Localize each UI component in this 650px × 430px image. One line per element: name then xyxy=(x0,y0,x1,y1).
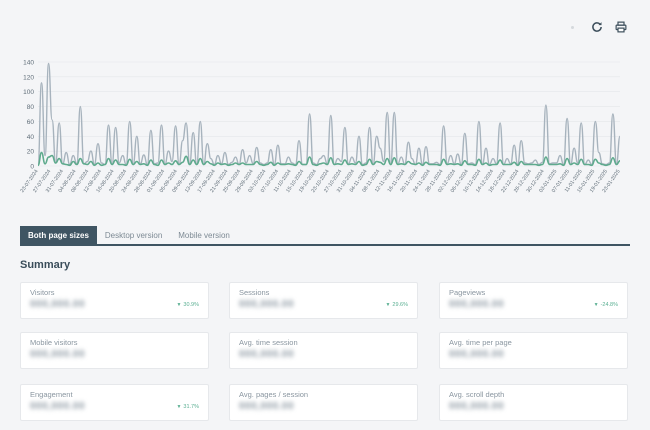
card-label: Mobile visitors xyxy=(30,338,78,347)
visitors-line-chart: 02040608010012014023-07-202427-07-202431… xyxy=(19,60,621,194)
card-value: 000,000.00 xyxy=(239,401,295,412)
delta-value: -24.8% xyxy=(600,302,618,308)
card-visitors: Visitors 000,000.00 ▼ 30.9% xyxy=(20,282,209,319)
card-avg-time-per-page: Avg. time per page 000,000.00 xyxy=(439,332,628,369)
card-engagement: Engagement 000,000.00 ▼ 31.7% xyxy=(20,384,209,421)
delta-value: 30.9% xyxy=(183,302,199,308)
card-label: Avg. time per page xyxy=(449,338,512,347)
card-value: 000,000.00 xyxy=(239,349,295,360)
card-sessions: Sessions 000,000.00 ▼ 29.6% xyxy=(229,282,418,319)
refresh-icon xyxy=(592,22,602,32)
refresh-button[interactable] xyxy=(590,20,604,34)
disabled-dot-icon xyxy=(571,25,574,29)
card-pageviews: Pageviews 000,000.00 ▼ -24.8% xyxy=(439,282,628,319)
card-value: 000,000.00 xyxy=(30,401,86,412)
card-label: Pageviews xyxy=(449,288,486,297)
tab-desktop-version[interactable]: Desktop version xyxy=(97,226,170,244)
y-tick-label: 60 xyxy=(27,119,35,126)
card-label: Sessions xyxy=(239,288,270,297)
card-delta: ▼ 30.9% xyxy=(176,302,199,308)
chart-toolbar xyxy=(571,20,628,34)
y-tick-label: 100 xyxy=(23,89,34,96)
y-tick-label: 140 xyxy=(23,60,34,67)
card-value: 000,000.00 xyxy=(449,299,505,310)
card-avg-pages-session: Avg. pages / session 000,000.00 xyxy=(229,384,418,421)
card-label: Avg. time session xyxy=(239,338,298,347)
card-delta: ▼ 31.7% xyxy=(176,404,199,410)
print-button[interactable] xyxy=(614,20,628,34)
card-mobile-visitors: Mobile visitors 000,000.00 xyxy=(20,332,209,369)
card-avg-scroll-depth: Avg. scroll depth 000,000.00 xyxy=(439,384,628,421)
card-value: 000,000.00 xyxy=(30,349,86,360)
arrow-up-icon: ▼ xyxy=(385,302,391,308)
tab-both-page-sizes[interactable]: Both page sizes xyxy=(20,226,97,244)
card-value: 000,000.00 xyxy=(449,349,505,360)
card-label: Engagement xyxy=(30,390,73,399)
y-tick-label: 120 xyxy=(23,74,34,81)
card-delta: ▼ -24.8% xyxy=(594,302,618,308)
summary-title: Summary xyxy=(20,259,71,271)
card-label: Avg. pages / session xyxy=(239,390,309,399)
card-value: 000,000.00 xyxy=(239,299,295,310)
card-label: Avg. scroll depth xyxy=(449,390,505,399)
card-value: 000,000.00 xyxy=(30,299,86,310)
delta-value: 31.7% xyxy=(183,404,199,410)
arrow-down-icon: ▼ xyxy=(593,302,599,308)
card-delta: ▼ 29.6% xyxy=(385,302,408,308)
series-line-pageviews xyxy=(37,62,621,166)
card-value: 000,000.00 xyxy=(449,401,505,412)
card-label: Visitors xyxy=(30,288,55,297)
page-size-tabs: Both page sizes Desktop version Mobile v… xyxy=(20,226,630,246)
card-avg-time-session: Avg. time session 000,000.00 xyxy=(229,332,418,369)
y-tick-label: 20 xyxy=(27,149,35,156)
y-tick-label: 40 xyxy=(27,134,35,141)
print-icon xyxy=(615,21,627,33)
arrow-up-icon: ▼ xyxy=(176,404,182,410)
delta-value: 29.6% xyxy=(392,302,408,308)
arrow-up-icon: ▼ xyxy=(176,302,182,308)
tab-mobile-version[interactable]: Mobile version xyxy=(170,226,238,244)
y-tick-label: 80 xyxy=(27,104,35,111)
